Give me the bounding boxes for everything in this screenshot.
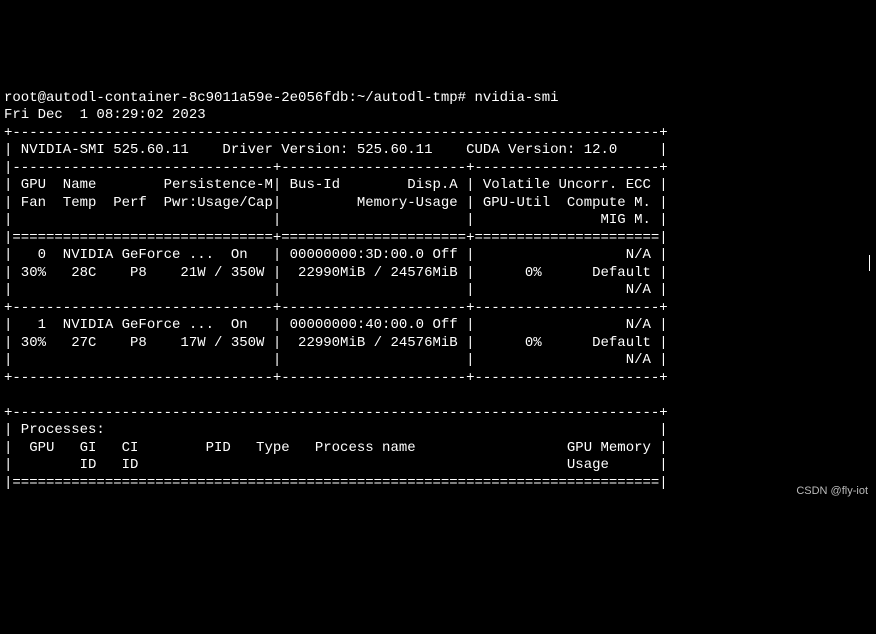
processes-border-top: +---------------------------------------…: [4, 405, 668, 421]
processes-columns-row-1: | GPU GI CI PID Type Process name GPU Me…: [4, 440, 668, 456]
section-separator: |-------------------------------+-------…: [4, 160, 668, 176]
text-cursor-icon: [869, 255, 870, 271]
watermark-text: CSDN @fly-iot: [796, 485, 868, 499]
gpu-0-row-1: | 0 NVIDIA GeForce ... On | 00000000:3D:…: [4, 247, 668, 263]
processes-columns-row-2: | ID ID Usage |: [4, 457, 668, 473]
processes-separator: |=======================================…: [4, 475, 668, 491]
terminal-output[interactable]: root@autodl-container-8c9011a59e-2e056fd…: [0, 70, 876, 494]
table-border-top: +---------------------------------------…: [4, 125, 668, 141]
gpu-0-row-3: | | | N/A |: [4, 282, 668, 298]
prompt-line: root@autodl-container-8c9011a59e-2e056fd…: [4, 90, 559, 106]
gpu-0-row-2: | 30% 28C P8 21W / 350W | 22990MiB / 245…: [4, 265, 668, 281]
blank-line: [4, 387, 668, 403]
column-header-row-3: | | | MIG M. |: [4, 212, 668, 228]
processes-header: | Processes: |: [4, 422, 668, 438]
gpu-1-row-2: | 30% 27C P8 17W / 350W | 22990MiB / 245…: [4, 335, 668, 351]
gpu-1-row-3: | | | N/A |: [4, 352, 668, 368]
column-header-row-2: | Fan Temp Perf Pwr:Usage/Cap| Memory-Us…: [4, 195, 668, 211]
column-header-row-1: | GPU Name Persistence-M| Bus-Id Disp.A …: [4, 177, 668, 193]
double-separator: |===============================+=======…: [4, 230, 668, 246]
mid-separator: +-------------------------------+-------…: [4, 300, 668, 316]
gpu-1-row-1: | 1 NVIDIA GeForce ... On | 00000000:40:…: [4, 317, 668, 333]
header-versions: | NVIDIA-SMI 525.60.11 Driver Version: 5…: [4, 142, 668, 158]
timestamp-line: Fri Dec 1 08:29:02 2023: [4, 107, 206, 123]
table-border-bottom: +-------------------------------+-------…: [4, 370, 668, 386]
